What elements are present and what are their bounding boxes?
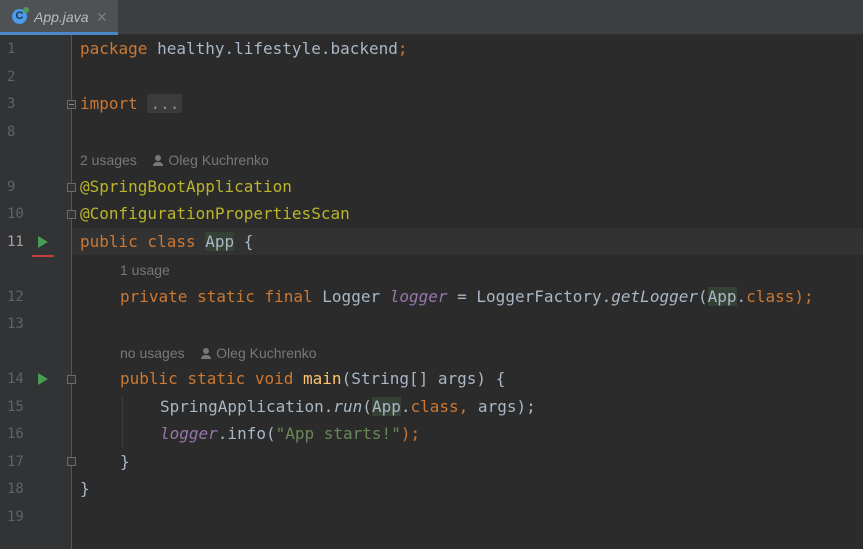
line-number: 2: [7, 69, 16, 85]
line-number: 9: [7, 179, 16, 195]
keyword: class: [746, 287, 795, 306]
line-number-active: 11: [7, 234, 24, 250]
keyword: package: [80, 39, 148, 58]
keyword: private static final: [120, 287, 313, 306]
line-number: 18: [7, 481, 24, 497]
line-number: 13: [7, 316, 24, 332]
person-icon: [200, 348, 212, 359]
line-number: 17: [7, 454, 24, 470]
fold-method-icon[interactable]: [67, 375, 76, 384]
params: (String[] args) {: [341, 369, 506, 388]
type-name: Logger: [312, 287, 390, 306]
line-number: 8: [7, 124, 16, 140]
inlay-hint-class[interactable]: 2 usages Oleg Kuchrenko: [80, 151, 269, 169]
line-number: 16: [7, 426, 24, 442]
line-number: 3: [7, 96, 16, 112]
code-line-16[interactable]: logger.info("App starts!");: [160, 424, 420, 444]
code-line-17[interactable]: }: [120, 452, 130, 472]
assignment: = LoggerFactory.: [447, 287, 612, 306]
class-name: App: [205, 232, 235, 251]
fold-class-icon[interactable]: [67, 183, 76, 192]
close-icon[interactable]: ✕: [96, 9, 108, 26]
inlay-hint-logger[interactable]: 1 usage: [120, 261, 170, 279]
code-line-9[interactable]: @SpringBootApplication: [80, 177, 292, 197]
code-line-3[interactable]: import ...: [80, 94, 183, 114]
dot: .: [736, 287, 747, 306]
field-name: logger: [389, 287, 448, 306]
keyword: public class: [80, 232, 196, 251]
semicolon: ;: [397, 39, 408, 58]
folded-imports[interactable]: ...: [147, 94, 183, 113]
brace: {: [234, 232, 254, 251]
usages-hint[interactable]: no usages: [120, 345, 185, 361]
comma: ,: [458, 397, 469, 416]
class-ref: App: [707, 287, 737, 306]
package-name: healthy.lifestyle.backend: [147, 39, 398, 58]
method-call: getLogger: [611, 287, 698, 306]
line-number: 1: [7, 41, 16, 57]
method-call: run: [333, 397, 363, 416]
fold-annotation-icon[interactable]: [67, 210, 76, 219]
class-ref: SpringApplication.: [160, 397, 334, 416]
author-hint[interactable]: Oleg Kuchrenko: [168, 152, 268, 168]
code-line-10[interactable]: @ConfigurationPropertiesScan: [80, 204, 350, 224]
class-badge-icon: [23, 7, 29, 13]
run-error-underline: [32, 255, 54, 257]
inlay-hint-main[interactable]: no usages Oleg Kuchrenko: [120, 344, 317, 362]
usages-hint[interactable]: 1 usage: [120, 262, 170, 278]
fold-import-icon[interactable]: [67, 100, 76, 109]
fold-method-end-icon[interactable]: [67, 457, 76, 466]
terminator: );: [794, 287, 814, 306]
keyword: public static void: [120, 369, 294, 388]
keyword: import: [80, 94, 138, 113]
author-hint[interactable]: Oleg Kuchrenko: [216, 345, 316, 361]
field-ref: logger: [160, 424, 218, 443]
class-ref: App: [371, 397, 401, 416]
args: args);: [468, 397, 536, 416]
terminator: );: [400, 424, 421, 443]
run-main-icon[interactable]: [38, 373, 48, 385]
code-line-11[interactable]: public class App {: [80, 232, 253, 252]
person-icon: [152, 155, 164, 166]
keyword: class: [410, 397, 459, 416]
method-name: main: [303, 369, 342, 388]
indent-guide: [122, 396, 123, 448]
line-number: 14: [7, 371, 24, 387]
method-call: .info(: [217, 424, 276, 443]
code-line-18[interactable]: }: [80, 479, 90, 499]
line-number: 10: [7, 206, 24, 222]
line-number: 12: [7, 289, 24, 305]
tab-title: App.java: [34, 9, 89, 25]
line-number: 15: [7, 399, 24, 415]
editor-tab-bar: C App.java ✕: [0, 0, 863, 35]
code-line-12[interactable]: private static final Logger logger = Log…: [120, 287, 814, 307]
string-literal: "App starts!": [275, 424, 401, 443]
code-line-14[interactable]: public static void main(String[] args) {: [120, 369, 505, 389]
paren: (: [697, 287, 708, 306]
line-number: 19: [7, 509, 24, 525]
code-line-1[interactable]: package healthy.lifestyle.backend;: [80, 39, 408, 59]
tab-app-java[interactable]: C App.java ✕: [0, 0, 118, 35]
run-class-icon[interactable]: [38, 236, 48, 248]
usages-hint[interactable]: 2 usages: [80, 152, 137, 168]
code-line-15[interactable]: SpringApplication.run(App.class, args);: [160, 397, 536, 417]
paren: (: [362, 397, 372, 416]
